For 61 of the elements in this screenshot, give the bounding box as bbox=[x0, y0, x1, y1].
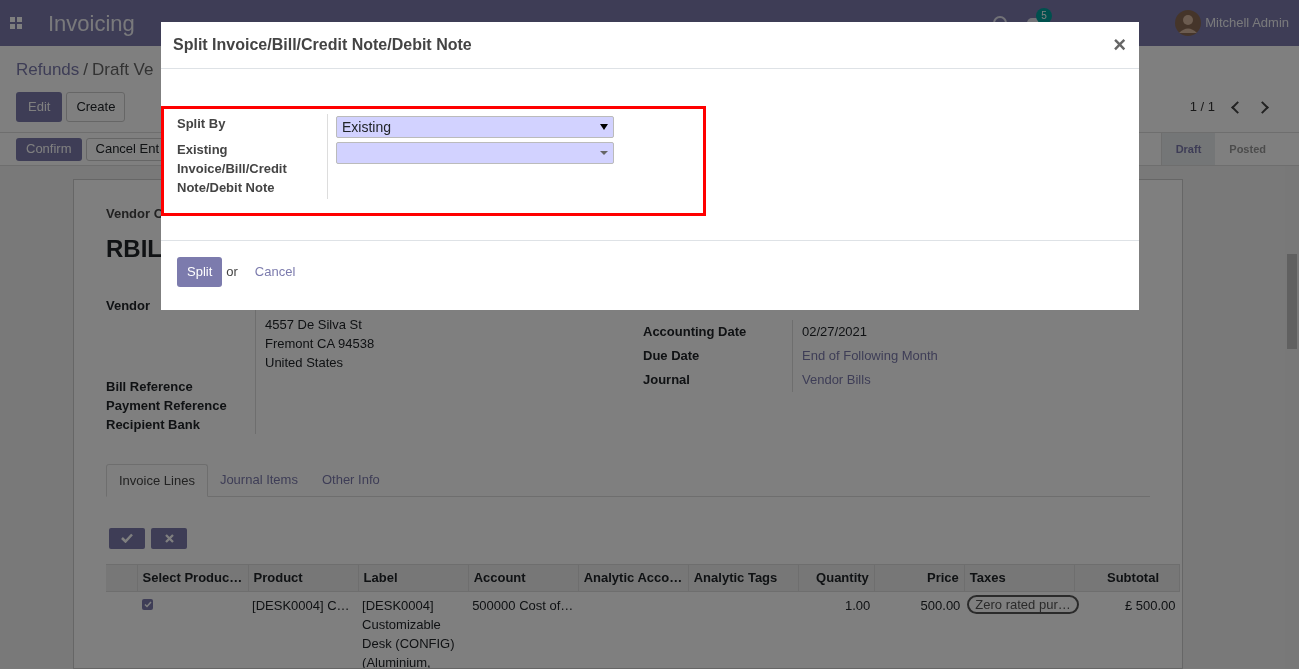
tax-tag: Zero rated pur… bbox=[967, 594, 1079, 614]
breadcrumb-separator: / bbox=[83, 59, 89, 82]
table-cell: 1.00 bbox=[845, 597, 871, 613]
edit-button[interactable]: Edit bbox=[16, 92, 63, 122]
create-button[interactable]: Create bbox=[66, 92, 126, 122]
tab[interactable]: Invoice Lines bbox=[106, 463, 208, 497]
field-link[interactable]: End of Following Month bbox=[802, 343, 938, 368]
column-header[interactable]: Quantity bbox=[798, 564, 875, 591]
address-line: Fremont CA 94538 bbox=[265, 334, 375, 353]
select-field[interactable]: Existing bbox=[336, 116, 614, 138]
apps-menu-icon[interactable] bbox=[10, 17, 22, 29]
field-label: Journal bbox=[643, 370, 691, 389]
confirm-button[interactable]: Confirm bbox=[16, 137, 82, 161]
column-header[interactable]: Analytic Acco… bbox=[578, 564, 689, 591]
field-label: Recipient Bank bbox=[106, 415, 201, 434]
column-header[interactable]: Account bbox=[468, 564, 579, 591]
column-header[interactable]: Product bbox=[248, 564, 359, 591]
field-link[interactable]: Vendor Bills bbox=[802, 367, 938, 392]
field-label: Vendor bbox=[106, 296, 152, 315]
breadcrumb-item: Draft Ve bbox=[92, 59, 154, 82]
or-text: or bbox=[226, 263, 238, 282]
field-label: Bill Reference bbox=[106, 377, 194, 396]
column-header[interactable]: Select Produc… bbox=[137, 564, 249, 591]
column-header[interactable]: Price bbox=[874, 564, 965, 591]
save-line-button[interactable] bbox=[109, 527, 145, 549]
dropdown-caret-icon bbox=[600, 151, 608, 155]
table-cell: 500.00 bbox=[920, 597, 961, 613]
document-number: RBIL bbox=[106, 233, 162, 264]
tab[interactable]: Other Info bbox=[309, 463, 392, 496]
pager-value: 1 / 1 bbox=[1189, 98, 1215, 117]
table-cell: [DESK0004] C… bbox=[252, 597, 350, 613]
message-count-badge: 5 bbox=[1036, 7, 1052, 24]
scrollbar-thumb[interactable] bbox=[1287, 254, 1297, 349]
tab[interactable]: Journal Items bbox=[207, 463, 310, 496]
field-label: Existing Invoice/Bill/Credit Note/Debit Note bbox=[177, 141, 288, 197]
dropdown-caret-icon bbox=[600, 124, 608, 130]
discard-line-button[interactable] bbox=[151, 527, 187, 549]
column-header[interactable]: Analytic Tags bbox=[688, 564, 799, 591]
table-cell: 500000 Cost of… bbox=[472, 597, 574, 613]
table-cell: £ 500.00 bbox=[1124, 597, 1176, 613]
split-button[interactable]: Split bbox=[177, 257, 223, 287]
input-field[interactable] bbox=[336, 142, 614, 164]
column-header[interactable]: Subtotal bbox=[1074, 564, 1180, 591]
field-label: Accounting Date bbox=[643, 322, 748, 341]
field-label: Split By bbox=[177, 115, 227, 133]
cancel-link[interactable]: Cancel bbox=[254, 262, 296, 282]
checkbox[interactable] bbox=[142, 598, 153, 610]
address-line: 4557 De Silva St bbox=[265, 315, 363, 334]
status-step[interactable]: Draft bbox=[1160, 133, 1216, 165]
field-label: Payment Reference bbox=[106, 396, 228, 415]
avatar-icon[interactable] bbox=[1175, 10, 1202, 36]
field-label: Due Date bbox=[643, 346, 701, 365]
dialog-title: Split Invoice/Bill/Credit Note/Debit Note bbox=[173, 35, 472, 55]
column-header[interactable]: Taxes bbox=[964, 564, 1075, 591]
breadcrumb-item[interactable]: Refunds bbox=[16, 57, 80, 83]
check-icon bbox=[121, 533, 133, 543]
field-value: 02/27/2021 bbox=[802, 322, 869, 341]
close-icon bbox=[164, 533, 174, 543]
close-button[interactable]: × bbox=[1113, 34, 1126, 56]
column-header[interactable]: Label bbox=[358, 564, 469, 591]
address-line: United States bbox=[265, 353, 345, 372]
